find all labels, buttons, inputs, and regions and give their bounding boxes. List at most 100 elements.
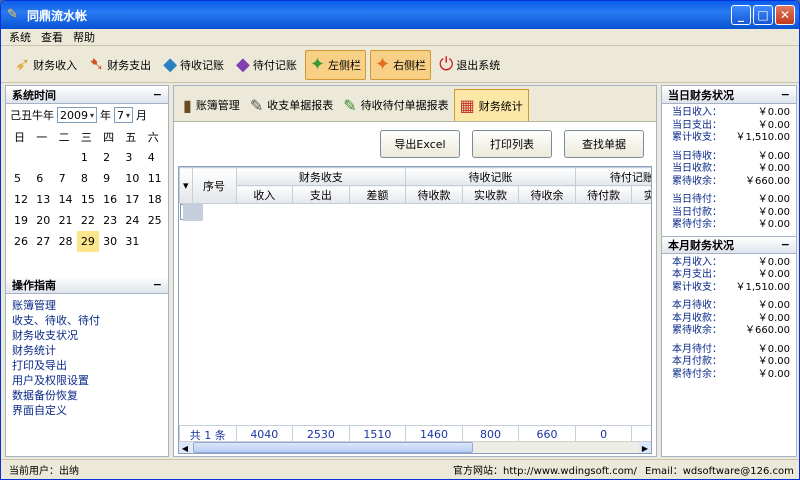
print-list-button[interactable]: 打印列表 xyxy=(472,130,552,158)
empty-cell xyxy=(632,238,651,256)
status-row: 本月待收： ￥0.00 xyxy=(662,300,796,313)
column-header[interactable]: 支出 xyxy=(292,185,350,204)
guide-item[interactable]: 财务收支状况 xyxy=(12,328,162,343)
weekday: 日 xyxy=(14,130,25,144)
calendar-day[interactable]: 18 xyxy=(144,189,166,210)
calendar-day[interactable]: 16 xyxy=(99,189,121,210)
column-header[interactable]: 待收余 xyxy=(518,185,576,204)
calendar-day[interactable]: 9 xyxy=(99,168,121,189)
column-header[interactable]: 待收款 xyxy=(405,185,463,204)
horizontal-scrollbar[interactable]: ◀ ▶ xyxy=(179,441,651,453)
menu-view[interactable]: 查看 xyxy=(41,29,63,45)
find-record-button[interactable]: 查找单据 xyxy=(564,130,644,158)
calendar-day[interactable]: 29 xyxy=(76,231,100,252)
calendar-day[interactable]: 27 xyxy=(32,231,54,252)
collapse-icon[interactable]: − xyxy=(153,88,162,101)
right-panel-toggle[interactable]: ✦ 右侧栏 xyxy=(369,49,432,80)
column-header[interactable]: 差额 xyxy=(348,185,407,204)
calendar-day[interactable]: 22 xyxy=(77,210,99,231)
calendar-day[interactable]: 21 xyxy=(55,210,77,231)
empty-cell xyxy=(349,274,406,292)
calendar-day[interactable]: 6 xyxy=(32,168,54,189)
empty-cell xyxy=(180,292,193,310)
empty-row xyxy=(180,238,652,256)
calendar-day[interactable]: 31 xyxy=(121,231,143,252)
collapse-icon[interactable]: − xyxy=(781,88,790,101)
empty-cell xyxy=(192,292,236,310)
power-icon: ⏻ xyxy=(439,53,454,75)
calendar-day[interactable]: 5 xyxy=(10,168,32,189)
column-header[interactable]: 实收款 xyxy=(461,185,520,204)
empty-cell xyxy=(462,328,519,346)
guide-item[interactable]: 打印及导出 xyxy=(12,358,162,373)
pending-report-icon: ✎ xyxy=(343,95,357,115)
scroll-right-icon[interactable]: ▶ xyxy=(639,442,651,453)
month-unit: 月 xyxy=(136,109,148,122)
tab-pending-report[interactable]: ✎ 待收待付单据报表 xyxy=(338,89,453,121)
calendar-day[interactable]: 13 xyxy=(32,189,54,210)
calendar-day[interactable]: 24 xyxy=(121,210,143,231)
table-row[interactable]: ▶1404025301510146080066000 xyxy=(179,203,203,221)
collapse-icon[interactable]: − xyxy=(153,278,162,291)
guide-item[interactable]: 收支、待收、待付 xyxy=(12,313,162,328)
calendar-day[interactable]: 20 xyxy=(32,210,54,231)
calendar-day[interactable]: 3 xyxy=(121,147,143,168)
calendar-day[interactable]: 25 xyxy=(144,210,166,231)
month-select[interactable]: 7 ▾ xyxy=(114,107,134,123)
empty-cell xyxy=(575,274,632,292)
title-bar[interactable]: ✎ 同鼎流水帐 _ □ ✕ xyxy=(1,1,799,29)
calendar-day[interactable]: 17 xyxy=(121,189,143,210)
ledger-icon: ▮ xyxy=(183,95,192,115)
close-button[interactable]: ✕ xyxy=(775,5,795,25)
column-header[interactable]: 收入 xyxy=(235,185,294,204)
tab-statistics[interactable]: ▦ 财务统计 xyxy=(453,89,529,121)
column-header[interactable]: 实付款 xyxy=(631,185,651,204)
left-panel-toggle[interactable]: ✦ 左侧栏 xyxy=(304,49,366,80)
tab-ledger[interactable]: ▮ 账簿管理 xyxy=(178,89,245,121)
column-header[interactable]: 待付款 xyxy=(574,185,633,204)
calendar-day[interactable]: 15 xyxy=(77,189,99,210)
calendar-day[interactable]: 1 xyxy=(77,147,99,168)
guide-item[interactable]: 用户及权限设置 xyxy=(12,373,162,388)
calendar-day[interactable]: 19 xyxy=(10,210,32,231)
menu-system[interactable]: 系统 xyxy=(9,29,31,45)
email-link[interactable]: Email：wdsoftware@126.com xyxy=(645,462,794,477)
income-button[interactable]: ➶ 财务收入 xyxy=(11,50,81,80)
empty-cell xyxy=(293,310,350,328)
guide-item[interactable]: 界面自定义 xyxy=(12,403,162,418)
expense-button[interactable]: ➷ 财务支出 xyxy=(85,50,155,80)
scroll-thumb[interactable] xyxy=(193,442,473,453)
maximize-button[interactable]: □ xyxy=(753,5,773,25)
export-excel-button[interactable]: 导出Excel xyxy=(380,130,460,158)
calendar-day[interactable]: 30 xyxy=(99,231,121,252)
minimize-button[interactable]: _ xyxy=(731,5,751,25)
guide-item[interactable]: 账簿管理 xyxy=(12,298,162,313)
guide-item[interactable]: 财务统计 xyxy=(12,343,162,358)
spin-icon: ▾ xyxy=(90,110,95,120)
exit-button[interactable]: ⏻ 退出系统 xyxy=(435,50,504,80)
empty-cell xyxy=(349,400,406,418)
website-link[interactable]: 官方网站：http://www.wdingsoft.com/ xyxy=(453,462,637,477)
calendar-day[interactable]: 14 xyxy=(55,189,77,210)
receivable-button[interactable]: ◆ 待收记账 xyxy=(159,50,228,80)
guide-item[interactable]: 数据备份恢复 xyxy=(12,388,162,403)
calendar-day[interactable]: 11 xyxy=(144,168,166,189)
menu-help[interactable]: 帮助 xyxy=(73,29,95,45)
empty-cell xyxy=(519,364,576,382)
calendar-day[interactable]: 8 xyxy=(77,168,99,189)
calendar-day[interactable]: 10 xyxy=(121,168,143,189)
collapse-icon[interactable]: − xyxy=(781,238,790,251)
tab-report[interactable]: ✎ 收支单据报表 xyxy=(245,89,338,121)
calendar-day[interactable]: 26 xyxy=(10,231,32,252)
calendar-day[interactable]: 4 xyxy=(144,147,166,168)
calendar-day[interactable]: 12 xyxy=(10,189,32,210)
window-title: 同鼎流水帐 xyxy=(27,8,88,23)
calendar-day[interactable]: 28 xyxy=(55,231,77,252)
calendar-day[interactable]: 2 xyxy=(99,147,121,168)
payable-button[interactable]: ◆ 待付记账 xyxy=(232,50,301,80)
scroll-left-icon[interactable]: ◀ xyxy=(179,442,191,453)
calendar-day[interactable]: 23 xyxy=(99,210,121,231)
status-row: 本月付款： ￥0.00 xyxy=(662,356,796,369)
calendar-day[interactable]: 7 xyxy=(55,168,77,189)
year-select[interactable]: 2009 ▾ xyxy=(57,107,98,123)
